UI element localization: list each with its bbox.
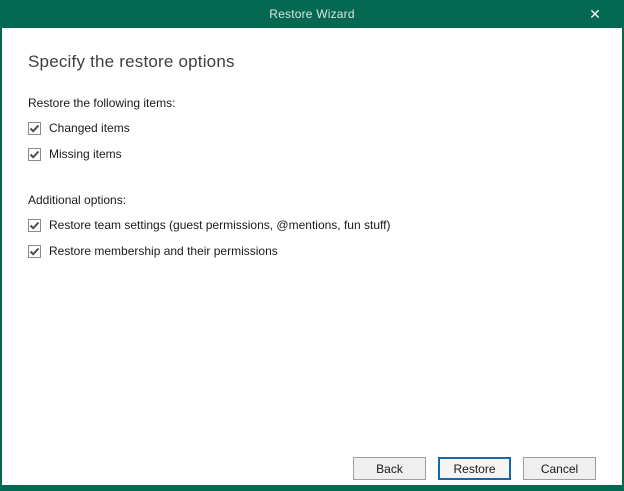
checkmark-icon [29,246,40,257]
checkbox-restore-team-settings[interactable] [28,219,41,232]
close-button[interactable]: ✕ [578,0,612,28]
dialog-content: Specify the restore options Restore the … [2,28,622,485]
checkbox-row-changed-items[interactable]: Changed items [28,120,596,136]
section-label-restore-items: Restore the following items: [28,96,596,110]
close-icon: ✕ [589,6,601,23]
checkbox-row-restore-team-settings[interactable]: Restore team settings (guest permissions… [28,217,596,233]
checkbox-missing-items[interactable] [28,148,41,161]
cancel-button[interactable]: Cancel [523,457,596,480]
section-label-additional-options: Additional options: [28,193,596,207]
button-bar: Back Restore Cancel [353,457,596,480]
restore-wizard-dialog: Restore Wizard ✕ Specify the restore opt… [0,0,624,491]
window-title: Restore Wizard [0,0,624,28]
back-button[interactable]: Back [353,457,426,480]
checkmark-icon [29,220,40,231]
checkbox-label: Restore team settings (guest permissions… [49,218,390,232]
page-title: Specify the restore options [28,52,596,72]
checkmark-icon [29,123,40,134]
checkbox-label: Changed items [49,121,130,135]
checkmark-icon [29,149,40,160]
checkbox-row-missing-items[interactable]: Missing items [28,146,596,162]
checkbox-changed-items[interactable] [28,122,41,135]
checkbox-label: Missing items [49,147,122,161]
title-bar: Restore Wizard ✕ [0,0,624,28]
checkbox-label: Restore membership and their permissions [49,244,278,258]
checkbox-row-restore-membership[interactable]: Restore membership and their permissions [28,243,596,259]
checkbox-restore-membership[interactable] [28,245,41,258]
restore-button[interactable]: Restore [438,457,511,480]
